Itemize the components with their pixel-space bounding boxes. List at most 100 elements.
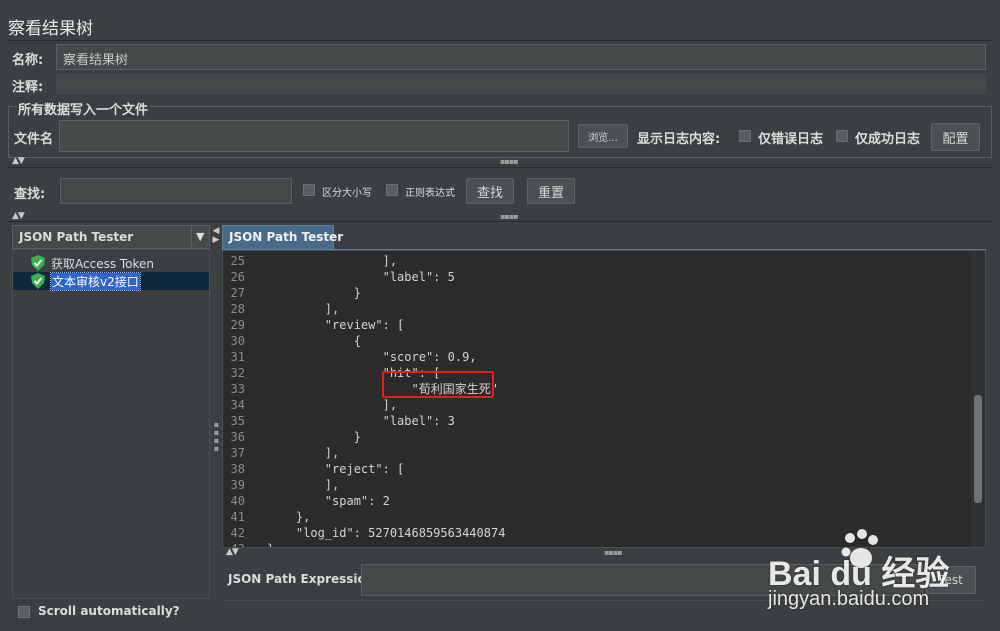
renderer-select[interactable]: JSON Path Tester ▼ xyxy=(12,225,210,249)
splitter-line xyxy=(8,167,992,168)
line-number: 30 xyxy=(230,334,245,348)
line-number: 32 xyxy=(230,366,245,380)
line-number: 40 xyxy=(230,494,245,508)
code-line: 35 "label": 3 xyxy=(223,413,963,429)
code-line: 32 "hit": [ xyxy=(223,365,963,381)
line-text: "reject": [ xyxy=(267,462,405,476)
tree-item-label: 获取Access Token xyxy=(51,257,155,271)
code-line: 34 ], xyxy=(223,397,963,413)
find-button-label: 查找 xyxy=(476,185,503,201)
regex-label: 正则表达式 xyxy=(405,188,455,199)
search-label: 查找: xyxy=(14,187,46,202)
code-line: 39 ], xyxy=(223,477,963,493)
line-text: } xyxy=(251,541,274,547)
splitter-grip-icon[interactable]: ▪▪▪▪ xyxy=(604,548,623,557)
line-text: ], xyxy=(267,398,398,412)
name-label: 名称: xyxy=(12,53,44,68)
line-text: ], xyxy=(267,302,340,316)
expression-label: JSON Path Expression xyxy=(228,572,375,586)
line-text: { xyxy=(267,334,361,348)
success-only-checkbox[interactable] xyxy=(836,130,848,142)
line-text: }, xyxy=(267,510,311,524)
configure-button-label: 配置 xyxy=(942,131,969,147)
file-group-title: 所有数据写入一个文件 xyxy=(16,99,151,118)
dropdown-divider xyxy=(191,226,192,248)
line-text: ], xyxy=(267,478,340,492)
name-input[interactable]: 察看结果树 xyxy=(56,44,986,70)
comment-label: 注释: xyxy=(12,80,44,95)
line-number: 25 xyxy=(230,254,245,268)
splitter-grip-icon[interactable]: ▪▪▪▪ xyxy=(500,212,519,221)
line-text: "review": [ xyxy=(267,318,405,332)
code-line: 26 "label": 5 xyxy=(223,269,963,285)
line-text: ], xyxy=(267,254,398,268)
line-number: 34 xyxy=(230,398,245,412)
line-text: "label": 3 xyxy=(267,414,455,428)
browse-button[interactable]: 浏览... xyxy=(578,124,628,148)
window-title: 察看结果树 xyxy=(8,19,93,39)
code-line: 25 ], xyxy=(223,253,963,269)
filename-input[interactable] xyxy=(59,120,569,152)
line-number: 42 xyxy=(230,526,245,540)
code-line: 28 ], xyxy=(223,301,963,317)
line-number: 41 xyxy=(230,510,245,524)
success-shield-icon xyxy=(31,273,45,289)
highlight-box xyxy=(382,371,494,398)
errors-only-checkbox[interactable] xyxy=(739,130,751,142)
line-number: 28 xyxy=(230,302,245,316)
browse-button-label: 浏览... xyxy=(588,132,618,144)
tree-item-selected[interactable]: 文本审核v2接口 xyxy=(13,272,209,291)
comment-input[interactable] xyxy=(56,74,986,94)
line-text: "log_id": 5270146859563440874 xyxy=(267,526,506,540)
collapse-left-right-icon[interactable]: ◀▶ xyxy=(211,226,221,244)
splitter-line xyxy=(8,221,992,222)
case-sensitive-checkbox[interactable] xyxy=(303,184,315,196)
baidu-watermark: Bai du 经验 jingyan.baidu.com xyxy=(768,528,998,628)
response-viewer[interactable]: 25 ], 26 "label": 5 27 } 28 ], 29 "review": … xyxy=(222,250,986,548)
collapse-arrows-icon[interactable]: ▲▼ xyxy=(12,211,25,221)
splitter-grip-icon[interactable]: ▪▪▪▪ xyxy=(500,157,519,166)
code-line: 31 "score": 0.9, xyxy=(223,349,963,365)
line-number: 39 xyxy=(230,478,245,492)
vertical-scrollbar[interactable] xyxy=(971,251,985,547)
line-text: "score": 0.9, xyxy=(267,350,477,364)
line-number: 38 xyxy=(230,462,245,476)
line-number: 36 xyxy=(230,430,245,444)
splitter-grip-icon[interactable]: ▪▪▪▪ xyxy=(212,420,221,452)
line-number: 27 xyxy=(230,286,245,300)
reset-button[interactable]: 重置 xyxy=(527,178,575,204)
collapse-arrows-icon[interactable]: ▲▼ xyxy=(12,156,25,166)
success-shield-icon xyxy=(31,255,45,271)
chevron-down-icon[interactable]: ▼ xyxy=(196,230,204,243)
watermark-url: jingyan.baidu.com xyxy=(768,588,930,610)
code-line: 37 ], xyxy=(223,445,963,461)
scroll-auto-checkbox[interactable] xyxy=(18,606,30,618)
line-number: 33 xyxy=(230,382,245,396)
line-text: "label": 5 xyxy=(267,270,455,284)
configure-button[interactable]: 配置 xyxy=(931,123,980,151)
result-tree: 获取Access Token 文本审核v2接口 xyxy=(12,249,210,599)
code-line: 33 "荀利国家生死" xyxy=(223,381,963,397)
name-input-value: 察看结果树 xyxy=(63,53,129,68)
tab-label: JSON Path Tester xyxy=(229,230,344,244)
scrollbar-thumb[interactable] xyxy=(974,395,982,503)
line-number: 31 xyxy=(230,350,245,364)
search-input[interactable] xyxy=(60,178,292,204)
line-text: ], xyxy=(267,446,340,460)
tab-json-path-tester[interactable]: JSON Path Tester xyxy=(222,225,343,250)
code-lines: 25 ], 26 "label": 5 27 } 28 ], 29 "review": … xyxy=(223,253,963,547)
tree-item-label: 文本审核v2接口 xyxy=(50,272,141,291)
line-number: 37 xyxy=(230,446,245,460)
collapse-arrows-icon[interactable]: ▲▼ xyxy=(226,547,239,557)
case-sensitive-label: 区分大小写 xyxy=(322,188,372,199)
renderer-select-value: JSON Path Tester xyxy=(19,230,134,244)
code-line: 41 }, xyxy=(223,509,963,525)
code-line: 36 } xyxy=(223,429,963,445)
tree-item[interactable]: 获取Access Token xyxy=(29,254,209,272)
title-separator xyxy=(8,40,992,41)
regex-checkbox[interactable] xyxy=(386,184,398,196)
scroll-auto-label: Scroll automatically? xyxy=(38,604,180,618)
find-button[interactable]: 查找 xyxy=(466,178,514,204)
code-line: 29 "review": [ xyxy=(223,317,963,333)
line-number: 29 xyxy=(230,318,245,332)
